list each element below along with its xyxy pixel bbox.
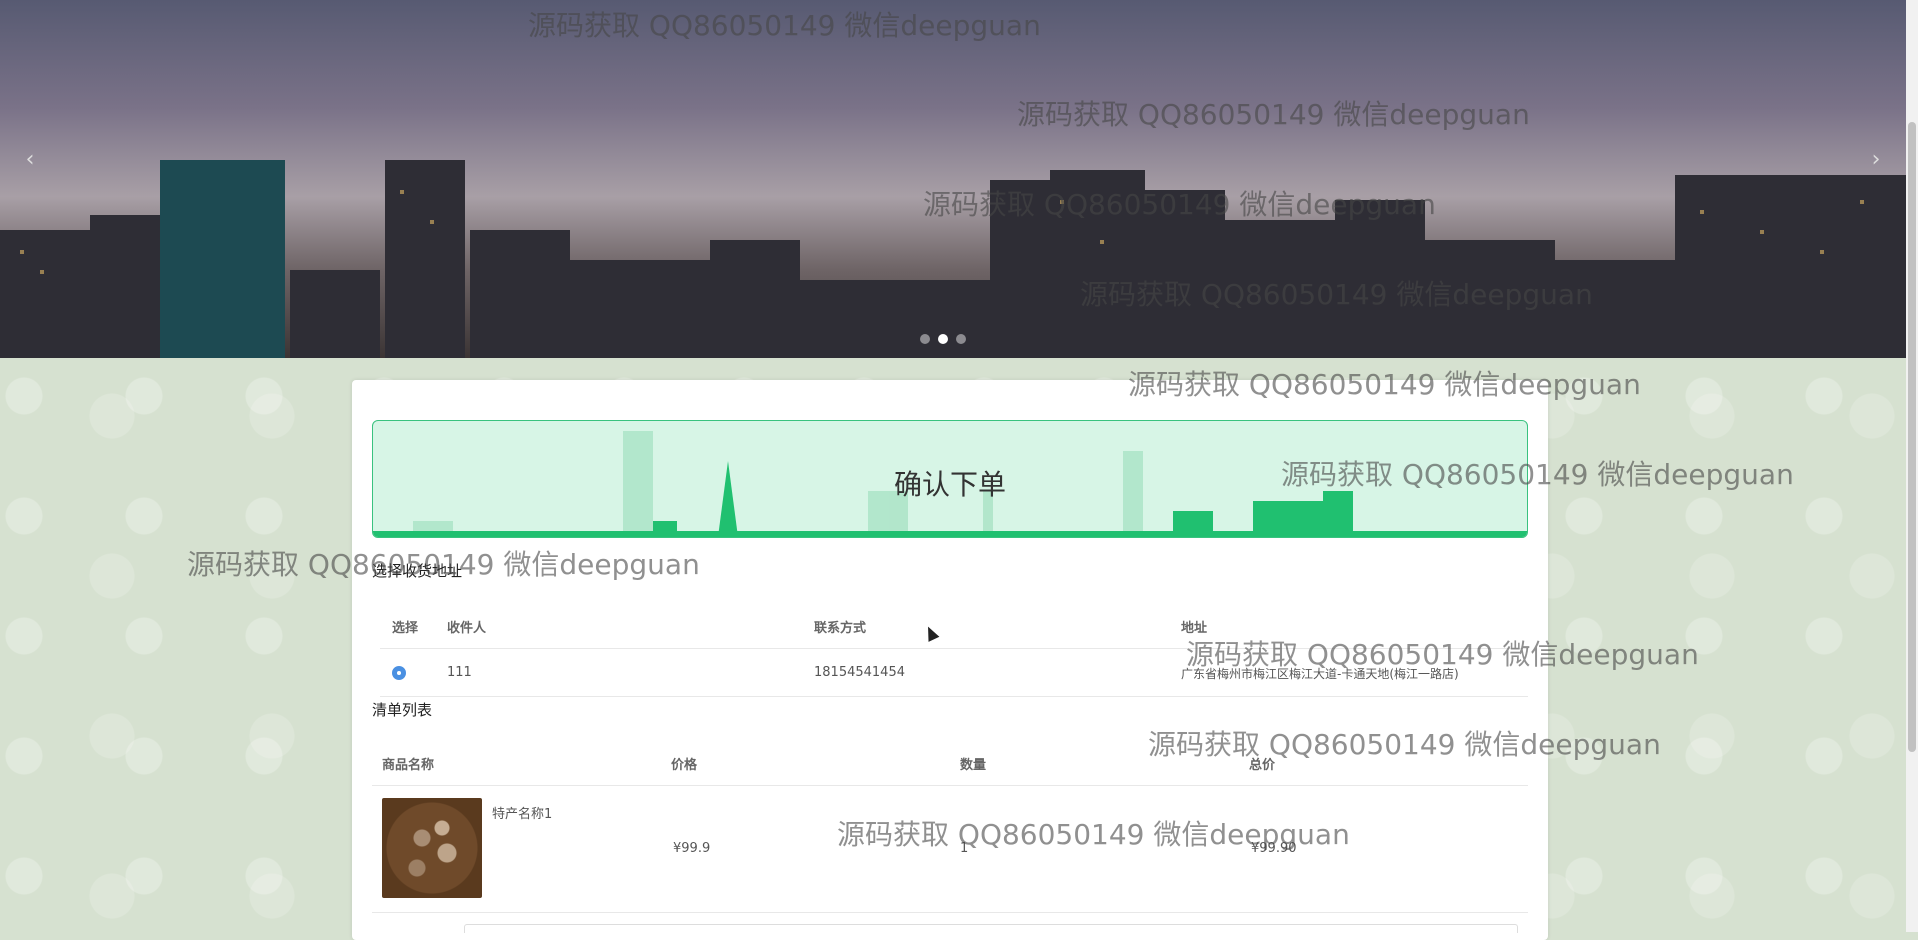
- carousel-dot[interactable]: [920, 334, 930, 344]
- address-header-select: 选择: [392, 621, 419, 636]
- cart-header-quantity: 数量: [960, 758, 987, 773]
- banner-carousel[interactable]: ‹ ›: [0, 0, 1906, 358]
- address-header-address: 地址: [1181, 621, 1208, 636]
- carousel-indicators: [920, 334, 966, 344]
- divider: [372, 912, 1528, 913]
- carousel-next-button[interactable]: ›: [1856, 140, 1896, 180]
- product-price: ¥99.9: [673, 841, 711, 856]
- page-title-banner: 确认下单: [372, 420, 1528, 538]
- carousel-dot[interactable]: [956, 334, 966, 344]
- divider: [380, 696, 1528, 697]
- divider: [380, 648, 1528, 649]
- address-header-phone: 联系方式: [814, 621, 867, 636]
- recipient-cell: 111: [447, 665, 472, 680]
- address-radio[interactable]: [392, 666, 406, 680]
- product-quantity: 1: [960, 841, 969, 856]
- cart-section-title: 清单列表: [372, 701, 433, 719]
- address-section-title: 选择收货地址: [372, 562, 463, 580]
- address-cell: 广东省梅州市梅江区梅江大道-卡通天地(梅江一路店): [1181, 667, 1459, 681]
- cart-header-name: 商品名称: [382, 758, 435, 773]
- address-header-recipient: 收件人: [447, 621, 487, 636]
- product-total: ¥99.90: [1251, 841, 1297, 856]
- city-skyline-image: [0, 160, 1906, 358]
- phone-cell: 18154541454: [814, 665, 905, 680]
- carousel-prev-button[interactable]: ‹: [10, 140, 50, 180]
- cart-header-price: 价格: [671, 758, 698, 773]
- divider: [372, 785, 1528, 786]
- carousel-dot-active[interactable]: [938, 334, 948, 344]
- cart-header-total: 总价: [1249, 758, 1276, 773]
- product-name[interactable]: 特产名称1: [492, 803, 552, 822]
- page-title: 确认下单: [893, 468, 1006, 501]
- order-confirm-card: 确认下单 选择收货地址: [352, 380, 1548, 940]
- page-scrollbar[interactable]: [1906, 0, 1918, 932]
- scrollbar-thumb[interactable]: [1908, 122, 1916, 752]
- product-thumbnail[interactable]: [382, 798, 482, 898]
